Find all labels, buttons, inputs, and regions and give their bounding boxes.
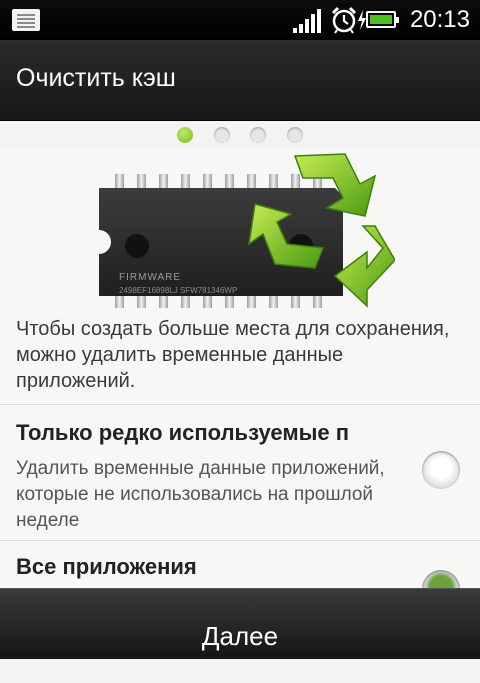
battery-icon (366, 11, 399, 28)
page-dot-3 (250, 127, 267, 143)
main-content[interactable]: FIRMWARE 2498EF16898LJ SFW781346WP Чтобы… (0, 148, 480, 588)
option-all-apps-title[interactable]: Все приложения (16, 554, 408, 580)
page-dot-2 (213, 127, 230, 143)
bottom-bar: Далее (0, 588, 480, 659)
option-rarely-used-radio[interactable] (422, 451, 460, 489)
status-bar: 20:13 (0, 0, 480, 40)
option-rarely-used-title[interactable]: Только редко используемые п (16, 420, 408, 446)
firmware-chip-recycle-icon: FIRMWARE 2498EF16898LJ SFW781346WP (99, 153, 395, 308)
page-title: Очистить кэш (16, 64, 176, 92)
chip-code: 2498EF16898LJ SFW781346WP (119, 286, 237, 295)
option-rarely-used-description[interactable]: Удалить временные данные приложений, кот… (16, 456, 406, 534)
option-all-apps-radio[interactable] (422, 570, 460, 588)
divider (0, 404, 480, 405)
divider (0, 540, 480, 541)
signal-icon (293, 9, 323, 33)
page-dot-4 (286, 127, 303, 143)
notification-icon[interactable] (12, 9, 40, 31)
page-dot-1 (177, 127, 194, 143)
alarm-icon (331, 6, 357, 34)
intro-text: Чтобы создать больше места для сохранени… (16, 318, 450, 392)
status-time: 20:13 (409, 6, 470, 33)
next-button[interactable]: Далее (0, 589, 480, 659)
chip-label: FIRMWARE (119, 272, 181, 283)
page-indicator (0, 124, 480, 148)
app-header: Очистить кэш (0, 40, 480, 121)
